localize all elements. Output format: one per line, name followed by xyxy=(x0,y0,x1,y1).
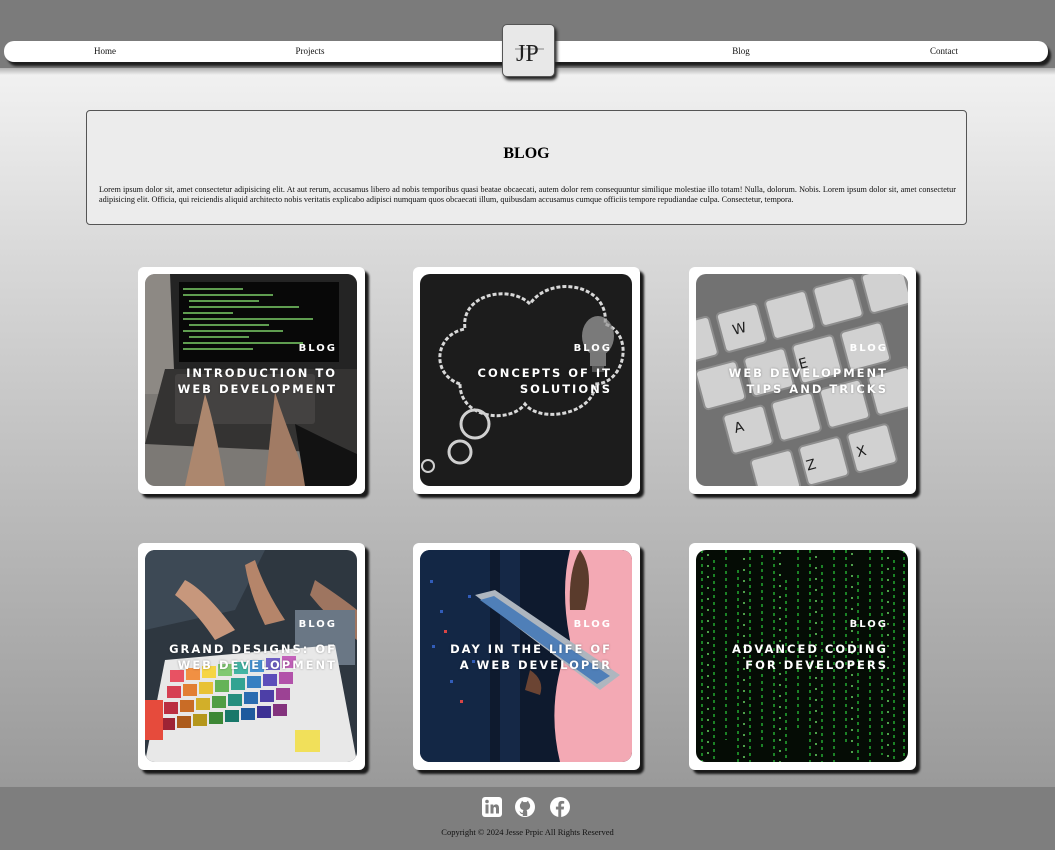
blog-card[interactable]: BLOG GRAND DESIGNS: OF WEB DEVELOPMENT xyxy=(138,543,365,770)
blog-card-title: DAY IN THE LIFE OF A WEB DEVELOPER xyxy=(450,642,612,672)
blog-intro: BLOG Lorem ipsum dolor sit, amet consect… xyxy=(86,110,967,225)
nav-projects[interactable]: Projects xyxy=(296,41,325,62)
blog-card-image: BLOG GRAND DESIGNS: OF WEB DEVELOPMENT xyxy=(145,550,357,762)
blog-card[interactable]: BLOG CONCEPTS OF IT SOLUTIONS xyxy=(413,267,640,494)
page-title: BLOG xyxy=(503,145,550,162)
blog-card[interactable]: BLOG DAY IN THE LIFE OF A WEB DEVELOPER xyxy=(413,543,640,770)
facebook-icon[interactable] xyxy=(549,796,571,818)
blog-card[interactable]: BLOG INTRODUCTION TO WEB DEVELOPMENT xyxy=(138,267,365,494)
blog-card-tag: BLOG xyxy=(573,619,612,630)
github-icon[interactable] xyxy=(514,796,536,818)
blog-card-image: BLOG ADVANCED CODING FOR DEVELOPERS xyxy=(696,550,908,762)
blog-card-tag: BLOG xyxy=(849,619,888,630)
nav-blog[interactable]: Blog xyxy=(732,41,750,62)
blog-card-title: ADVANCED CODING FOR DEVELOPERS xyxy=(731,642,888,672)
blog-card-title: GRAND DESIGNS: OF WEB DEVELOPMENT xyxy=(169,642,337,672)
nav-home[interactable]: Home xyxy=(94,41,116,62)
site-footer: Copyright © 2024 Jesse Prpic All Rights … xyxy=(0,787,1055,850)
blog-card-title: INTRODUCTION TO WEB DEVELOPMENT xyxy=(177,366,337,396)
blog-card-image: BLOG CONCEPTS OF IT SOLUTIONS xyxy=(420,274,632,486)
copyright-text: Copyright © 2024 Jesse Prpic All Rights … xyxy=(441,827,614,837)
blog-card-image: BLOG DAY IN THE LIFE OF A WEB DEVELOPER xyxy=(420,550,632,762)
blog-card-title: CONCEPTS OF IT SOLUTIONS xyxy=(477,366,612,396)
blog-card[interactable]: WE AZX BLOG WEB DEVELOPMENTTIPS AND TRIC… xyxy=(689,267,916,494)
linkedin-icon[interactable] xyxy=(481,796,503,818)
blog-card[interactable]: BLOG ADVANCED CODING FOR DEVELOPERS xyxy=(689,543,916,770)
blog-card-tag: BLOG xyxy=(849,343,888,354)
blog-card-tag: BLOG xyxy=(298,343,337,354)
blog-card-image: BLOG INTRODUCTION TO WEB DEVELOPMENT xyxy=(145,274,357,486)
logo-text: JP xyxy=(516,41,539,67)
nav-contact[interactable]: Contact xyxy=(930,41,958,62)
blog-card-image: WE AZX BLOG WEB DEVELOPMENTTIPS AND TRIC… xyxy=(696,274,908,486)
blog-card-tag: BLOG xyxy=(298,619,337,630)
blog-card-title: WEB DEVELOPMENT TIPS AND TRICKS xyxy=(728,366,888,396)
intro-text: Lorem ipsum dolor sit, amet consectetur … xyxy=(99,185,956,204)
blog-card-tag: BLOG xyxy=(573,343,612,354)
site-logo[interactable]: JP xyxy=(502,24,555,77)
